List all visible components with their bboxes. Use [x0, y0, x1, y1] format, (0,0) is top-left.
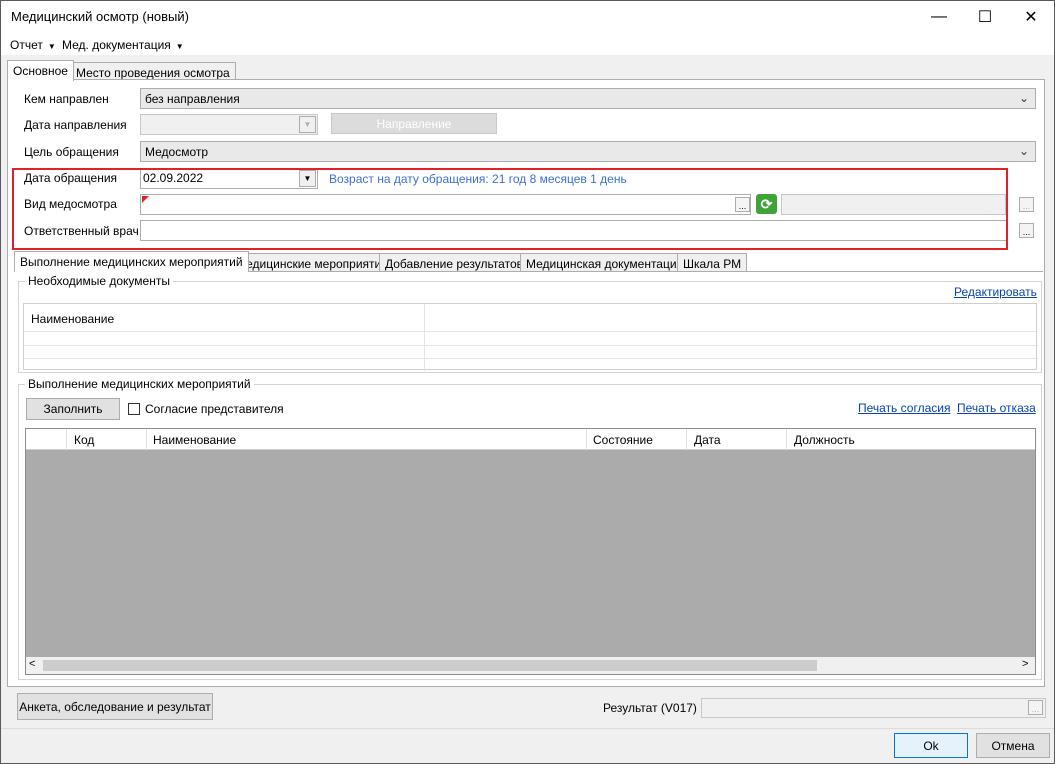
minimize-icon: —	[931, 8, 947, 25]
close-icon: ✕	[1024, 9, 1038, 26]
result-ellipsis-icon: ...	[1028, 700, 1043, 715]
subtab-add-results[interactable]: Добавление результатов	[379, 253, 530, 272]
footer-divider	[1, 728, 1054, 729]
visit-purpose-label: Цель обращения	[24, 145, 119, 159]
edit-docs-link[interactable]: Редактировать	[954, 285, 1037, 299]
maximize-icon: ☐	[977, 9, 993, 26]
col-date[interactable]: Дата	[694, 433, 721, 447]
visit-purpose-combo[interactable]: Медосмотр ⌄	[140, 141, 1036, 162]
scroll-left-arrow-icon[interactable]: <	[29, 658, 35, 670]
grid-divider	[66, 429, 67, 450]
subtab-measures-execution[interactable]: Выполнение медицинских мероприятий	[14, 251, 249, 272]
menu-med-docs[interactable]: Мед. документация ▼	[62, 38, 184, 52]
menu-report-label: Отчет	[10, 38, 43, 52]
horizontal-scrollbar[interactable]: < >	[26, 657, 1035, 674]
calendar-dropdown-icon: ▼	[299, 116, 316, 133]
required-docs-title: Необходимые документы	[25, 274, 173, 288]
measures-grid: Код Наименование Состояние Дата Должност…	[25, 428, 1036, 675]
ok-button[interactable]: Ok	[894, 733, 968, 758]
subtab-medical-documentation[interactable]: Медицинская документация	[520, 253, 690, 272]
grid-divider	[146, 429, 147, 450]
consent-checkbox[interactable]	[128, 403, 140, 415]
measures-grid-header: Код Наименование Состояние Дата Должност…	[26, 429, 1035, 450]
survey-results-button[interactable]: Анкета, обследование и результат	[17, 693, 213, 720]
grid-divider	[424, 304, 425, 371]
menu-med-docs-label: Мед. документация	[62, 38, 171, 52]
scroll-right-arrow-icon[interactable]: >	[1022, 658, 1028, 670]
grid-divider	[586, 429, 587, 450]
window-title: Медицинский осмотр (новый)	[11, 9, 189, 24]
referral-date-input[interactable]: ▼	[140, 114, 318, 135]
cancel-button[interactable]: Отмена	[976, 733, 1050, 758]
col-code[interactable]: Код	[74, 433, 94, 447]
visit-purpose-value: Медосмотр	[145, 145, 209, 159]
minimize-button[interactable]: —	[916, 1, 962, 33]
subtab-rm-scale[interactable]: Шкала РМ	[677, 253, 748, 272]
doctor-select-button[interactable]: ...	[1019, 223, 1034, 238]
chevron-down-icon: ▼	[47, 42, 56, 51]
col-position[interactable]: Должность	[794, 433, 855, 447]
chevron-down-icon: ⌄	[1018, 91, 1029, 105]
referred-by-combo[interactable]: без направления ⌄	[140, 88, 1036, 109]
grid-divider	[24, 331, 1038, 332]
result-input: ...	[701, 698, 1046, 718]
measures-group-title: Выполнение медицинских мероприятий	[25, 377, 254, 391]
grid-divider	[24, 345, 1038, 346]
docs-grid: Наименование	[23, 303, 1038, 371]
referral-date-label: Дата направления	[24, 118, 127, 132]
chevron-down-icon: ⌄	[1018, 144, 1029, 158]
referral-button[interactable]: Направление	[331, 113, 497, 134]
result-label: Результат (V017)	[603, 701, 697, 715]
print-consent-link[interactable]: Печать согласия	[858, 401, 950, 415]
subtab-medical-measures[interactable]: Медицинские мероприятия	[230, 253, 394, 272]
maximize-button[interactable]: ☐	[962, 1, 1008, 33]
highlight-frame	[12, 168, 1008, 250]
chevron-down-icon: ▼	[175, 42, 184, 51]
docs-column-name: Наименование	[31, 312, 115, 326]
grid-divider	[786, 429, 787, 450]
consent-checkbox-label: Согласие представителя	[145, 402, 284, 416]
exam-type-code-ellipsis-icon: ...	[1019, 197, 1034, 212]
referred-by-value: без направления	[145, 92, 240, 106]
grid-divider	[686, 429, 687, 450]
grid-divider	[24, 358, 1038, 359]
print-refusal-link[interactable]: Печать отказа	[957, 401, 1036, 415]
col-status[interactable]: Состояние	[593, 433, 653, 447]
referred-by-label: Кем направлен	[24, 92, 109, 106]
menu-report[interactable]: Отчет ▼	[10, 38, 56, 52]
tab-main[interactable]: Основное	[7, 60, 74, 81]
fill-button[interactable]: Заполнить	[26, 398, 120, 420]
scrollbar-thumb[interactable]	[43, 660, 817, 671]
col-name[interactable]: Наименование	[153, 433, 236, 447]
close-button[interactable]: ✕	[1008, 1, 1054, 33]
